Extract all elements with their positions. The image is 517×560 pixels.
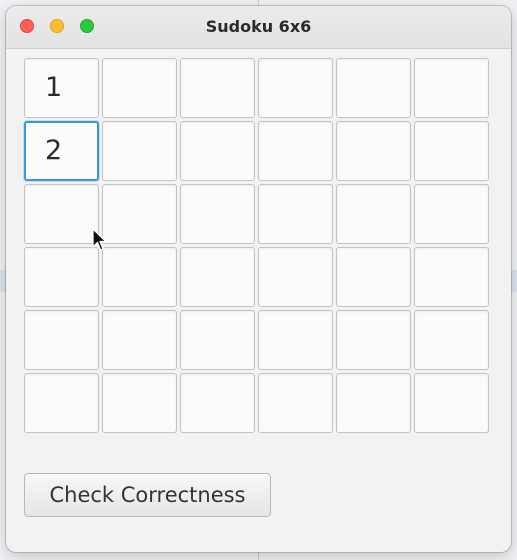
cell-r2c1[interactable]: 2 [24, 121, 99, 181]
mouse-pointer-icon [92, 228, 107, 251]
cell-r4c4[interactable] [258, 247, 333, 307]
cell-r1c3[interactable] [180, 58, 255, 118]
cell-r4c6[interactable] [414, 247, 489, 307]
check-correctness-button[interactable]: Check Correctness [24, 473, 271, 517]
sudoku-window: Sudoku 6x6 1 2 Check Correctness [6, 6, 511, 552]
cell-r2c6[interactable] [414, 121, 489, 181]
cell-r1c4[interactable] [258, 58, 333, 118]
cell-r6c6[interactable] [414, 373, 489, 433]
cell-r6c3[interactable] [180, 373, 255, 433]
cell-r3c2[interactable] [102, 184, 177, 244]
cell-r5c2[interactable] [102, 310, 177, 370]
cell-r5c5[interactable] [336, 310, 411, 370]
title-bar[interactable]: Sudoku 6x6 [6, 6, 511, 49]
cell-r5c1[interactable] [24, 310, 99, 370]
cell-r6c1[interactable] [24, 373, 99, 433]
cell-r2c3[interactable] [180, 121, 255, 181]
cell-r3c3[interactable] [180, 184, 255, 244]
cell-r1c6[interactable] [414, 58, 489, 118]
cell-r6c2[interactable] [102, 373, 177, 433]
cell-r1c5[interactable] [336, 58, 411, 118]
cell-r3c6[interactable] [414, 184, 489, 244]
cell-r4c2[interactable] [102, 247, 177, 307]
cell-r3c4[interactable] [258, 184, 333, 244]
cell-r5c6[interactable] [414, 310, 489, 370]
cell-r2c5[interactable] [336, 121, 411, 181]
cell-r5c4[interactable] [258, 310, 333, 370]
cell-r3c5[interactable] [336, 184, 411, 244]
cell-r4c3[interactable] [180, 247, 255, 307]
cell-r4c5[interactable] [336, 247, 411, 307]
window-title: Sudoku 6x6 [205, 17, 312, 36]
cell-r6c5[interactable] [336, 373, 411, 433]
cell-r2c2[interactable] [102, 121, 177, 181]
cell-r1c2[interactable] [102, 58, 177, 118]
cell-r1c1[interactable]: 1 [24, 58, 99, 118]
cell-r4c1[interactable] [24, 247, 99, 307]
cell-r5c3[interactable] [180, 310, 255, 370]
cell-r3c1[interactable] [24, 184, 99, 244]
cell-r6c4[interactable] [258, 373, 333, 433]
cell-r2c4[interactable] [258, 121, 333, 181]
